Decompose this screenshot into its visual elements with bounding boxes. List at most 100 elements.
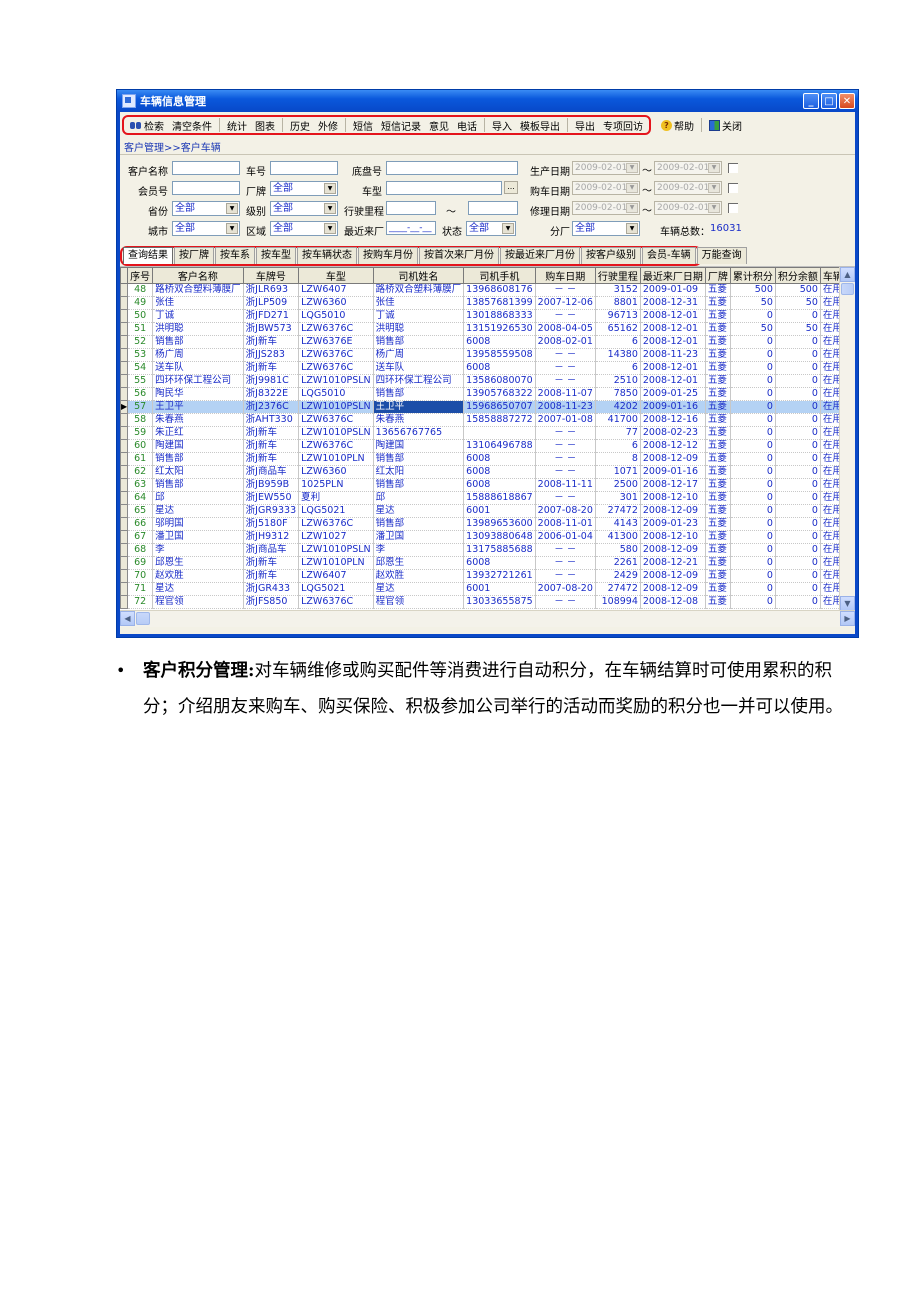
table-cell[interactable]: 张佳 <box>152 296 244 310</box>
breadcrumb[interactable]: 客户管理>>客户车辆 <box>124 139 221 154</box>
dropdown-arrow-icon[interactable]: ▼ <box>324 223 336 234</box>
table-cell[interactable]: 陶民华 <box>152 387 244 401</box>
table-cell[interactable]: 销售部 <box>372 452 465 466</box>
table-cell[interactable]: － － <box>534 543 596 557</box>
table-cell[interactable]: 五菱 <box>704 582 731 596</box>
table-cell[interactable]: 0 <box>729 374 776 388</box>
table-cell[interactable]: 68 <box>127 543 154 557</box>
table-cell[interactable]: 浙JLR693 <box>242 283 300 297</box>
toolbar-button-4[interactable]: 历史 <box>286 118 314 133</box>
dropdown-arrow-icon[interactable]: ▼ <box>324 203 336 214</box>
table-cell[interactable]: 0 <box>774 400 821 414</box>
column-header[interactable]: 车型 <box>298 267 374 284</box>
table-cell[interactable]: 2008-12-31 <box>639 296 706 310</box>
chassis-no-input[interactable] <box>386 161 518 175</box>
table-cell[interactable]: 浙J新车 <box>242 361 300 375</box>
table-cell[interactable]: LQG5021 <box>298 582 374 596</box>
table-cell[interactable]: 49 <box>127 296 154 310</box>
table-cell[interactable]: 送车队 <box>152 361 244 375</box>
column-header[interactable]: 行驶里程 <box>594 267 641 284</box>
table-cell[interactable]: 0 <box>729 452 776 466</box>
table-cell[interactable]: 潘卫国 <box>372 530 465 544</box>
dropdown-arrow-icon[interactable]: ▼ <box>324 183 336 194</box>
customer-name-input[interactable] <box>172 161 240 175</box>
table-cell[interactable]: 2261 <box>594 556 641 570</box>
province-select[interactable]: 全部 ▼ <box>172 201 240 216</box>
table-cell[interactable]: 朱正红 <box>152 426 244 440</box>
table-cell[interactable]: 6001 <box>463 504 536 518</box>
table-cell[interactable]: LQG5010 <box>298 309 374 323</box>
table-cell[interactable]: LZW6360 <box>298 296 374 310</box>
table-row[interactable]: 58 朱春燕 浙AHT330 LZW6376C 朱春燕 15858887272 2007-0… <box>120 413 855 427</box>
table-cell[interactable]: 红太阳 <box>372 465 465 479</box>
model-input[interactable] <box>386 181 502 195</box>
table-cell[interactable]: 66 <box>127 517 154 531</box>
level-select[interactable]: 全部 ▼ <box>270 201 338 216</box>
table-cell[interactable]: 四环环保工程公司 <box>152 374 244 388</box>
table-cell[interactable]: 580 <box>594 543 641 557</box>
table-cell[interactable]: 77 <box>594 426 641 440</box>
table-row[interactable]: 70 赵欢胜 浙J新车 LZW6407 赵欢胜 13932721261 － － 2429 200… <box>120 569 855 583</box>
table-cell[interactable]: 301 <box>594 491 641 505</box>
tab-7[interactable]: 按最近来厂月份 <box>500 247 580 264</box>
table-cell[interactable]: 浙J2376C <box>242 400 300 414</box>
table-cell[interactable]: 2429 <box>594 569 641 583</box>
table-cell[interactable]: 0 <box>774 374 821 388</box>
table-cell[interactable]: 浙JBW573 <box>242 322 300 336</box>
table-cell[interactable]: 13989653600 <box>463 517 536 531</box>
production-date-checkbox[interactable] <box>728 163 738 173</box>
table-cell[interactable]: 浙JGR9333 <box>242 504 300 518</box>
table-cell[interactable]: 2008-12-09 <box>639 582 706 596</box>
toolbar-button-10[interactable]: 导入 <box>488 118 516 133</box>
tab-9[interactable]: 会员-车辆 <box>642 247 696 264</box>
toolbar-button-0[interactable]: 检索 <box>126 118 168 133</box>
scroll-left-icon[interactable]: ◀ <box>120 611 135 626</box>
toolbar-button-3[interactable]: 图表 <box>251 118 279 133</box>
table-cell[interactable]: 销售部 <box>372 517 465 531</box>
table-row[interactable]: 66 邬明国 浙J5180F LZW6376C 销售部 13989653600 2008-1… <box>120 517 855 531</box>
table-cell[interactable]: 51 <box>127 322 154 336</box>
table-cell[interactable]: 丁诚 <box>152 309 244 323</box>
table-row[interactable]: 55 四环环保工程公司 浙J9981C LZW1010PSLN 四环环保工程公司 1358… <box>120 374 855 388</box>
table-cell[interactable]: 0 <box>774 504 821 518</box>
table-cell[interactable]: － － <box>534 361 596 375</box>
table-cell[interactable]: LZW6360 <box>298 465 374 479</box>
table-cell[interactable]: 2007-08-20 <box>534 504 596 518</box>
table-cell[interactable]: LZW6376C <box>298 322 374 336</box>
row-indicator[interactable] <box>120 309 129 323</box>
table-cell[interactable]: 0 <box>774 582 821 596</box>
table-cell[interactable]: 61 <box>127 452 154 466</box>
table-cell[interactable]: 浙JFD271 <box>242 309 300 323</box>
table-cell[interactable]: 2008-11-23 <box>534 400 596 414</box>
minimize-button[interactable]: _ <box>803 93 819 109</box>
table-cell[interactable]: LZW6376C <box>298 348 374 362</box>
tab-5[interactable]: 按购车月份 <box>358 247 418 264</box>
tab-2[interactable]: 按车系 <box>215 247 255 264</box>
table-cell[interactable]: 赵欢胜 <box>152 569 244 583</box>
branch-select[interactable]: 全部 ▼ <box>572 221 640 236</box>
table-cell[interactable]: 销售部 <box>372 478 465 492</box>
close-button[interactable]: 关闭 <box>705 118 746 133</box>
table-cell[interactable]: 13932721261 <box>463 569 536 583</box>
table-cell[interactable]: 4143 <box>594 517 641 531</box>
table-cell[interactable]: 6008 <box>463 556 536 570</box>
table-cell[interactable]: 洪明聪 <box>372 322 465 336</box>
dropdown-arrow-icon[interactable]: ▼ <box>626 183 638 193</box>
table-cell[interactable]: 路桥双合塑料薄膜厂 <box>372 283 465 297</box>
table-cell[interactable]: 2009-01-25 <box>639 387 706 401</box>
table-cell[interactable]: 2008-12-10 <box>639 491 706 505</box>
table-cell[interactable]: 丁诚 <box>372 309 465 323</box>
table-cell[interactable]: 五菱 <box>704 361 731 375</box>
table-cell[interactable]: 邱 <box>372 491 465 505</box>
column-header[interactable]: 积分余额 <box>774 267 821 284</box>
table-cell[interactable]: 2008-12-01 <box>639 374 706 388</box>
table-cell[interactable]: 2008-11-01 <box>534 517 596 531</box>
table-cell[interactable]: 71 <box>127 582 154 596</box>
table-cell[interactable]: 63 <box>127 478 154 492</box>
table-cell[interactable]: 60 <box>127 439 154 453</box>
table-cell[interactable]: － － <box>534 556 596 570</box>
table-cell[interactable]: 五菱 <box>704 504 731 518</box>
table-cell[interactable]: 0 <box>774 595 821 609</box>
table-row[interactable]: 60 陶建国 浙J新车 LZW6376C 陶建国 13106496788 － － 6 2008-… <box>120 439 855 453</box>
table-cell[interactable]: 浙JLP509 <box>242 296 300 310</box>
